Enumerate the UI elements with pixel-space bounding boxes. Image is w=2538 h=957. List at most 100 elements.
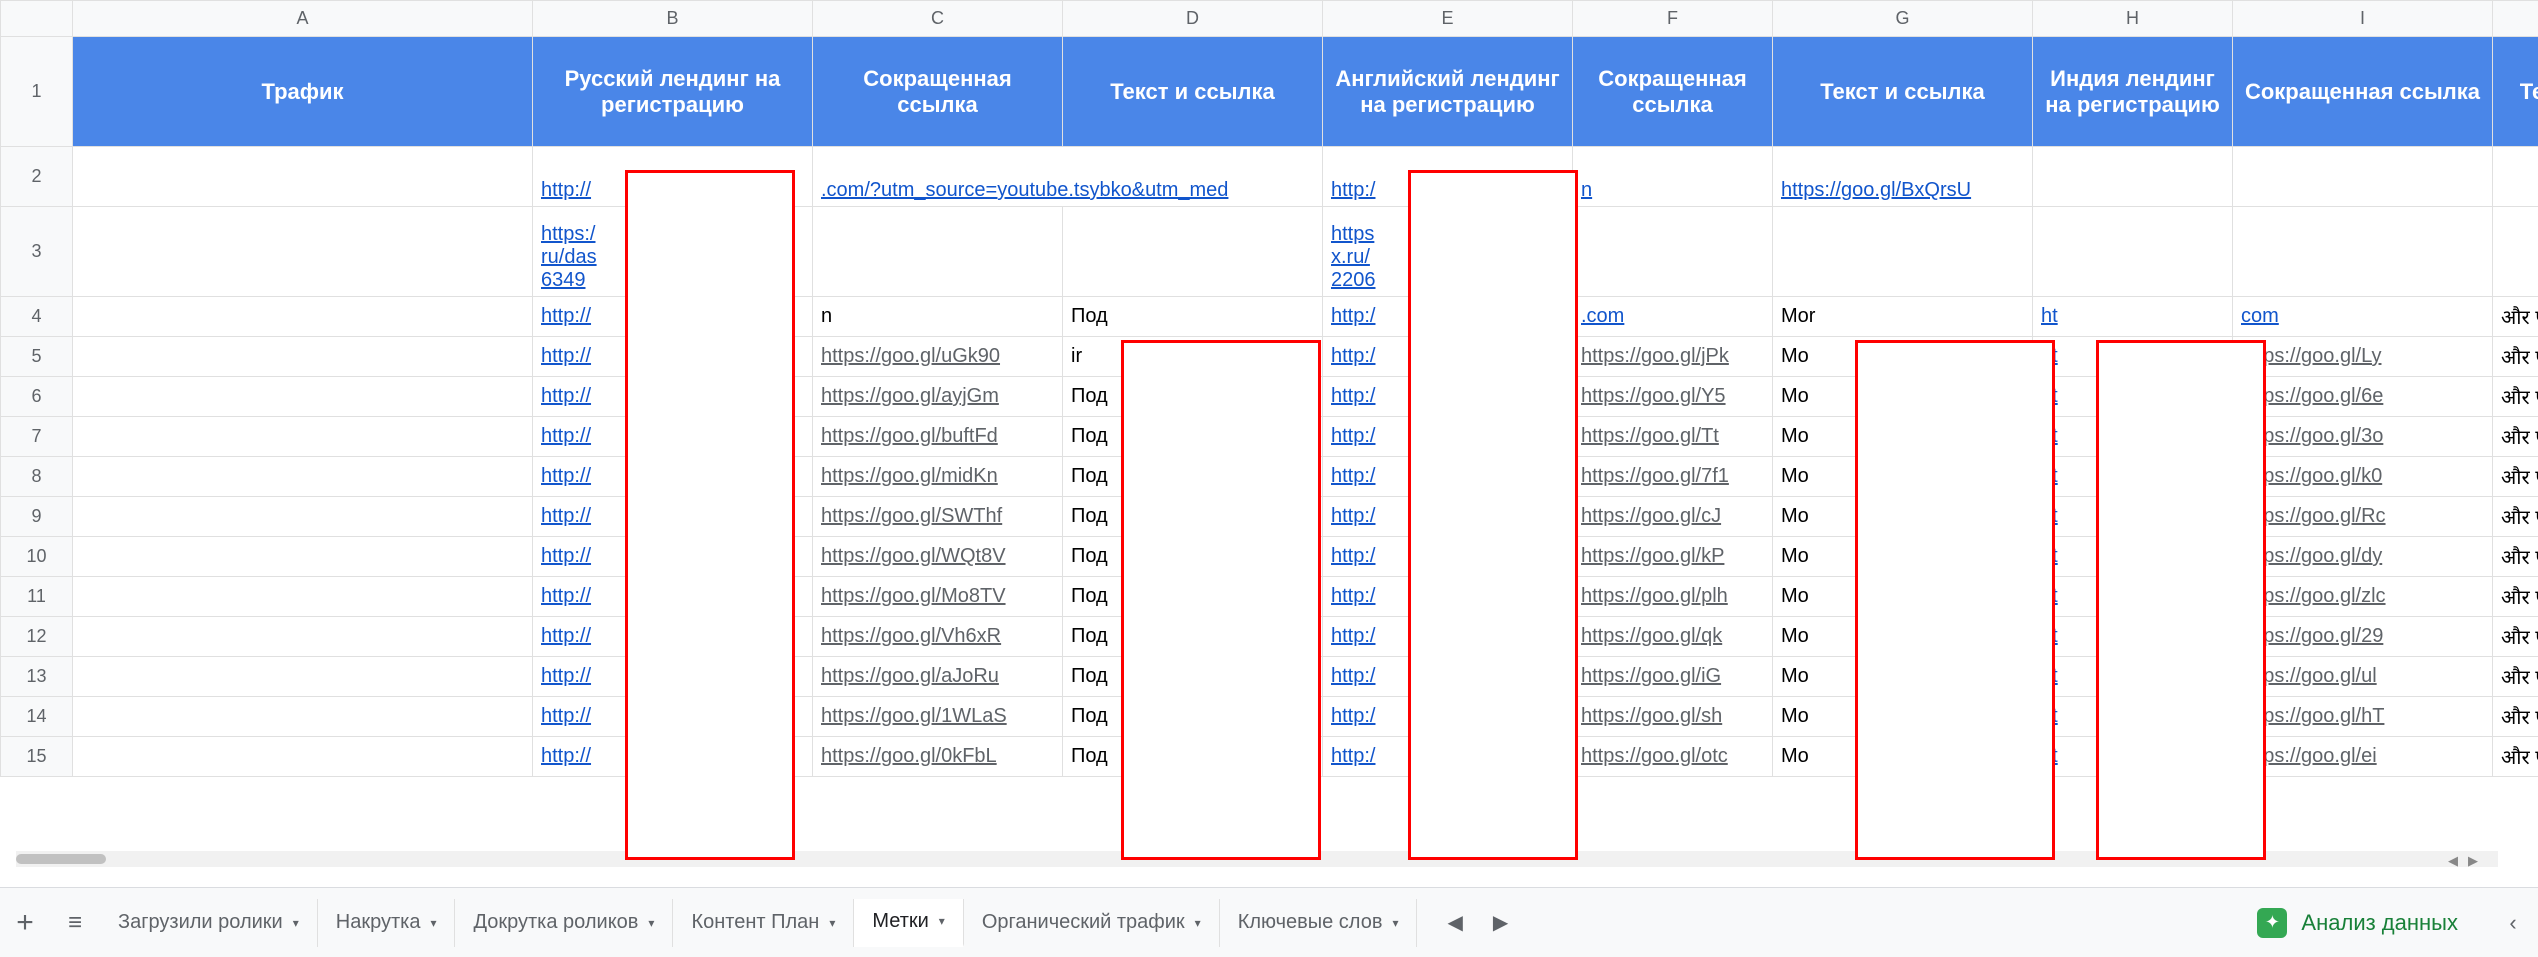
cell-G12[interactable]: Mo	[1773, 617, 2033, 657]
header-cell-G[interactable]: Текст и ссылка	[1773, 37, 2033, 147]
cell-C8[interactable]: https://goo.gl/midKn	[813, 457, 1063, 497]
cell-G10[interactable]: Mo	[1773, 537, 2033, 577]
cell-D5[interactable]: ir	[1063, 337, 1323, 377]
cell-J12[interactable]: और प	[2493, 617, 2538, 657]
cell-I3[interactable]	[2233, 207, 2493, 297]
link[interactable]: com	[2241, 305, 2279, 327]
cell-F3[interactable]	[1573, 207, 1773, 297]
link[interactable]: ht	[2041, 345, 2058, 367]
cell-F11[interactable]: https://goo.gl/plh	[1573, 577, 1773, 617]
cell-H15[interactable]: ht	[2033, 737, 2233, 777]
cell-C4[interactable]: n	[813, 297, 1063, 337]
link[interactable]: http://	[541, 385, 591, 407]
scroll-left-icon[interactable]: ◀	[2448, 853, 2458, 869]
link[interactable]: ht	[2041, 465, 2058, 487]
header-cell-H[interactable]: Индия лендинг на регистрацию	[2033, 37, 2233, 147]
header-cell-I[interactable]: Сокращенная ссылка	[2233, 37, 2493, 147]
chevron-down-icon[interactable]: ▾	[1195, 916, 1201, 930]
link[interactable]: http://	[541, 179, 591, 201]
cell-D15[interactable]: Под	[1063, 737, 1323, 777]
cell-F2[interactable]: n	[1573, 147, 1773, 207]
cell-I2[interactable]	[2233, 147, 2493, 207]
cell-H10[interactable]: ht	[2033, 537, 2233, 577]
link[interactable]: http://	[541, 305, 591, 327]
cell-A2[interactable]	[73, 147, 533, 207]
link[interactable]: https://goo.gl/Y5	[1581, 385, 1726, 407]
cell-D4[interactable]: Под	[1063, 297, 1323, 337]
link[interactable]: http://	[541, 505, 591, 527]
cell-H14[interactable]: ht	[2033, 697, 2233, 737]
cell-C7[interactable]: https://goo.gl/buftFd	[813, 417, 1063, 457]
cell-J5[interactable]: और प	[2493, 337, 2538, 377]
link[interactable]: https://goo.gl/ul	[2241, 665, 2377, 687]
link[interactable]: http://	[541, 465, 591, 487]
sheet-tab[interactable]: Метки▾	[854, 899, 963, 947]
link[interactable]: ht	[2041, 665, 2058, 687]
link[interactable]: https://goo.gl/Mo8TV	[821, 585, 1006, 607]
col-header-D[interactable]: D	[1063, 1, 1323, 37]
cell-J14[interactable]: और प	[2493, 697, 2538, 737]
row-header-9[interactable]: 9	[1, 497, 73, 537]
cell-B6[interactable]: http://	[533, 377, 813, 417]
select-all-corner[interactable]	[1, 1, 73, 37]
cell-A14[interactable]	[73, 697, 533, 737]
link[interactable]: http:/	[1331, 625, 1375, 647]
explore-button[interactable]: ✦ Анализ данных	[2227, 908, 2488, 938]
row-header-11[interactable]: 11	[1, 577, 73, 617]
cell-A6[interactable]	[73, 377, 533, 417]
add-sheet-button[interactable]: +	[0, 906, 50, 940]
link[interactable]: https://goo.gl/sh	[1581, 705, 1722, 727]
cell-E9[interactable]: http:/	[1323, 497, 1573, 537]
cell-F6[interactable]: https://goo.gl/Y5	[1573, 377, 1773, 417]
chevron-down-icon[interactable]: ▾	[430, 916, 436, 930]
cell-A5[interactable]	[73, 337, 533, 377]
link[interactable]: https://goo.gl/jPk	[1581, 345, 1729, 367]
cell-I6[interactable]: https://goo.gl/6e	[2233, 377, 2493, 417]
cell-I10[interactable]: https://goo.gl/dy	[2233, 537, 2493, 577]
link[interactable]: ht	[2041, 625, 2058, 647]
link[interactable]: ht	[2041, 505, 2058, 527]
link[interactable]: http:/	[1331, 465, 1375, 487]
link[interactable]: httpsx.ru/2206	[1331, 223, 1376, 291]
cell-D13[interactable]: Под	[1063, 657, 1323, 697]
cell-G3[interactable]	[1773, 207, 2033, 297]
sheet-tab[interactable]: Накрутка▾	[318, 899, 456, 947]
link[interactable]: http:/	[1331, 665, 1375, 687]
link[interactable]: ht	[2041, 385, 2058, 407]
chevron-down-icon[interactable]: ▾	[939, 914, 945, 928]
link[interactable]: http://	[541, 665, 591, 687]
cell-G11[interactable]: Mo	[1773, 577, 2033, 617]
row-header-5[interactable]: 5	[1, 337, 73, 377]
cell-A7[interactable]	[73, 417, 533, 457]
link[interactable]: http:/	[1331, 179, 1375, 201]
cell-E3[interactable]: httpsx.ru/2206	[1323, 207, 1573, 297]
row-header-10[interactable]: 10	[1, 537, 73, 577]
cell-F10[interactable]: https://goo.gl/kP	[1573, 537, 1773, 577]
cell-J6[interactable]: और प	[2493, 377, 2538, 417]
cell-B10[interactable]: http://	[533, 537, 813, 577]
link[interactable]: http://	[541, 425, 591, 447]
link[interactable]: https://goo.gl/cJ	[1581, 505, 1721, 527]
link[interactable]: http:/	[1331, 345, 1375, 367]
cell-J15[interactable]: और प	[2493, 737, 2538, 777]
scrollbar-thumb[interactable]	[16, 854, 106, 864]
link[interactable]: https://goo.gl/kP	[1581, 545, 1724, 567]
chevron-down-icon[interactable]: ▾	[293, 916, 299, 930]
cell-J11[interactable]: और प	[2493, 577, 2538, 617]
cell-F9[interactable]: https://goo.gl/cJ	[1573, 497, 1773, 537]
sheet-tab[interactable]: Загрузили ролики▾	[100, 899, 318, 947]
cell-E10[interactable]: http:/	[1323, 537, 1573, 577]
cell-I5[interactable]: https://goo.gl/Ly	[2233, 337, 2493, 377]
cell-E12[interactable]: http:/	[1323, 617, 1573, 657]
cell-A11[interactable]	[73, 577, 533, 617]
tab-nav-right-icon[interactable]: ▶	[1493, 910, 1508, 935]
col-header-F[interactable]: F	[1573, 1, 1773, 37]
cell-E13[interactable]: http:/	[1323, 657, 1573, 697]
chevron-down-icon[interactable]: ▾	[829, 916, 835, 930]
link[interactable]: http:/	[1331, 745, 1375, 767]
cell-E6[interactable]: http:/	[1323, 377, 1573, 417]
cell-A15[interactable]	[73, 737, 533, 777]
cell-G2[interactable]: https://goo.gl/BxQrsU	[1773, 147, 2033, 207]
cell-A13[interactable]	[73, 657, 533, 697]
cell-A8[interactable]	[73, 457, 533, 497]
